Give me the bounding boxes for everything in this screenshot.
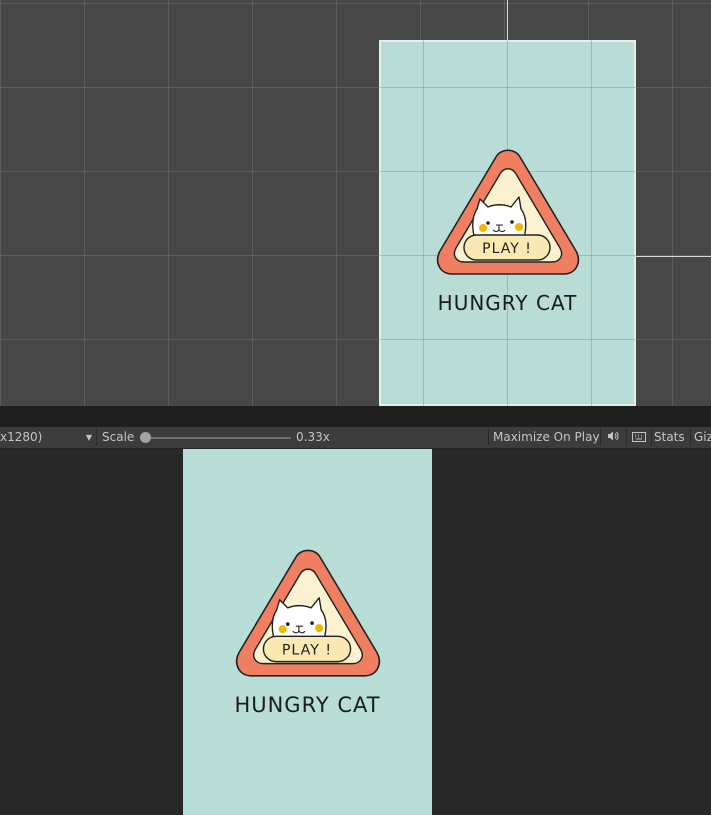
play-button-label[interactable]: PLAY ! [282, 643, 332, 659]
scene-gridline [379, 87, 636, 88]
speaker-icon[interactable] [603, 427, 623, 448]
toolbar-separator [651, 429, 652, 446]
game-view-toolbar: x1280) ▼ Scale 0.33x Maximize On Play St… [0, 427, 711, 449]
toolbar-separator [626, 429, 627, 446]
scale-slider-handle[interactable] [139, 432, 151, 443]
scene-play-label: PLAY ! [482, 241, 532, 257]
scene-logo-badge[interactable]: PLAY ! [433, 147, 583, 281]
toolbar-separator [690, 429, 691, 446]
toolbar-separator [96, 429, 97, 446]
scene-title-text: HUNGRY CAT [437, 291, 578, 315]
scale-value: 0.33x [296, 430, 330, 444]
game-view: PLAY ! HUNGRY CAT [0, 449, 711, 815]
toolbar-separator [600, 429, 601, 446]
keyboard-icon[interactable] [629, 427, 649, 448]
scene-canvas-object[interactable]: PLAY ! HUNGRY CAT [379, 40, 636, 406]
cat-badge-icon: PLAY ! [436, 149, 580, 275]
scene-view[interactable]: PLAY ! HUNGRY CAT [0, 0, 711, 406]
cat-badge-icon: PLAY ! [235, 549, 381, 677]
resolution-dropdown[interactable]: x1280) ▼ [0, 427, 96, 448]
scale-label: Scale [102, 430, 135, 444]
stats-button[interactable]: Stats [654, 427, 685, 448]
chevron-down-icon: ▼ [85, 433, 92, 442]
maximize-on-play-button[interactable]: Maximize On Play [490, 427, 603, 448]
scene-gridline [591, 40, 592, 406]
scene-gridline [379, 339, 636, 340]
gizmos-button[interactable]: Giz [694, 427, 711, 448]
resolution-label: x1280) [0, 430, 43, 444]
scene-gridline [423, 40, 424, 406]
scale-slider-track[interactable] [145, 437, 291, 439]
toolbar-separator [488, 429, 489, 446]
play-badge[interactable]: PLAY ! [232, 547, 384, 683]
game-canvas: PLAY ! HUNGRY CAT [183, 449, 432, 815]
scene-axis-line-horizontal [636, 256, 711, 257]
panel-divider[interactable] [0, 406, 711, 427]
game-title-text: HUNGRY CAT [234, 693, 381, 717]
